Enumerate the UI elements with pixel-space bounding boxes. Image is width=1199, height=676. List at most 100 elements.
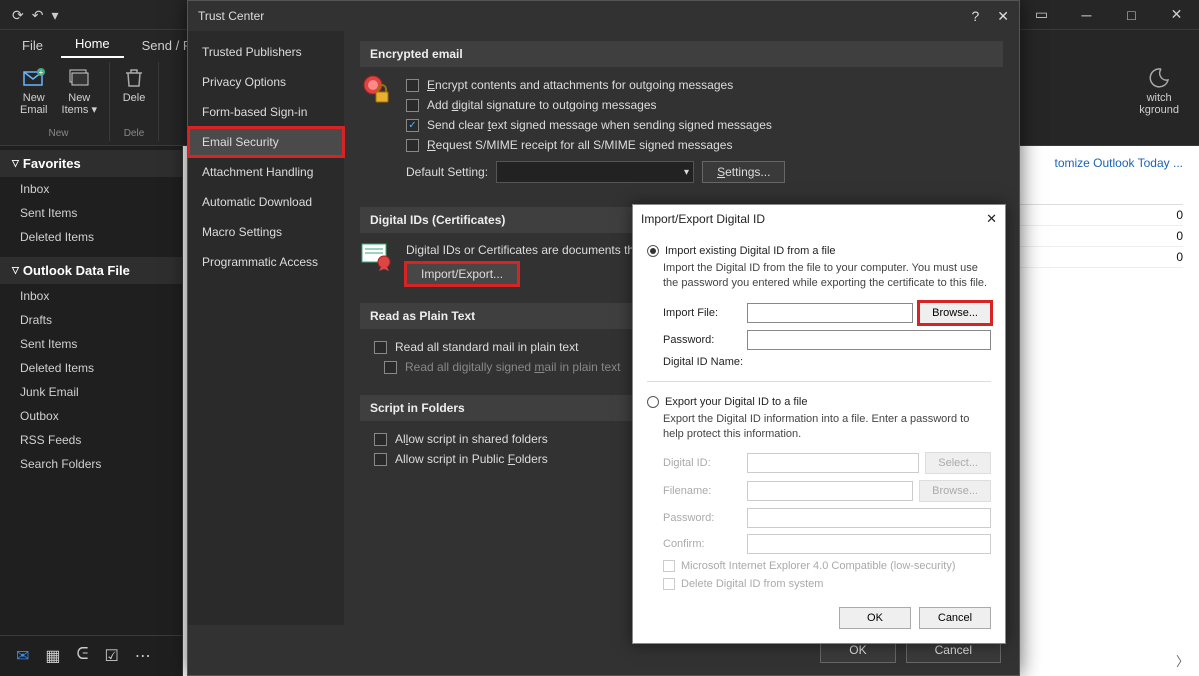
default-setting-dropdown[interactable] <box>496 161 694 183</box>
nav-sent[interactable]: Sent Items <box>0 332 182 356</box>
tc-nav-form-signin[interactable]: Form-based Sign-in <box>188 97 344 127</box>
radio-import[interactable]: Import existing Digital ID from a file <box>647 241 991 261</box>
new-items-label: New Items ▾ <box>62 92 97 116</box>
import-dialog-titlebar: Import/Export Digital ID ✕ <box>633 205 1005 233</box>
import-file-field: Import File: Browse... <box>647 299 991 327</box>
maximize-button[interactable]: □ <box>1109 0 1154 30</box>
import-export-button[interactable]: Import/Export... <box>406 263 518 285</box>
tc-nav-programmatic-access[interactable]: Programmatic Access <box>188 247 344 277</box>
default-setting-label: Default Setting: <box>406 165 488 179</box>
export-confirm-field: Confirm: <box>647 531 991 557</box>
scroll-right-icon[interactable]: 〉 <box>1176 651 1189 670</box>
import-dialog-title: Import/Export Digital ID <box>641 212 765 226</box>
password2-label: Password: <box>663 512 741 524</box>
nav-fav-deleted[interactable]: Deleted Items <box>0 225 182 249</box>
close-icon[interactable]: ✕ <box>997 8 1009 25</box>
chk-delete-digitalid: Delete Digital ID from system <box>647 575 991 593</box>
mail-plus-icon: + <box>22 66 46 90</box>
nav-outbox[interactable]: Outbox <box>0 404 182 428</box>
browse-button[interactable]: Browse... <box>919 302 991 324</box>
chk-cleartext-signed[interactable]: Send clear text signed message when send… <box>406 115 1003 135</box>
people-icon[interactable]: ᕮ <box>77 646 89 666</box>
nav-fav-sent[interactable]: Sent Items <box>0 201 182 225</box>
confirm-input <box>747 534 991 554</box>
customize-link[interactable]: tomize Outlook Today ... <box>1054 156 1183 170</box>
sync-icon[interactable]: ⟳ <box>12 7 24 24</box>
more-icon[interactable]: ⋯ <box>135 646 151 666</box>
import-cancel-button[interactable]: Cancel <box>919 607 991 629</box>
trust-center-titlebar: Trust Center ? ✕ <box>188 1 1019 31</box>
chk-encrypt-outgoing[interactable]: Encrypt contents and attachments for out… <box>406 75 1003 95</box>
switch-label: witchkground <box>1139 92 1179 116</box>
ribbon-options-icon[interactable]: ▭ <box>1019 0 1064 30</box>
password-input[interactable] <box>747 330 991 350</box>
ribbon-group-delete: Dele Dele <box>110 62 159 141</box>
confirm-label: Confirm: <box>663 538 741 550</box>
group-label-new: New <box>48 126 68 141</box>
nav-rss[interactable]: RSS Feeds <box>0 428 182 452</box>
import-ok-button[interactable]: OK <box>839 607 911 629</box>
nav-search[interactable]: Search Folders <box>0 452 182 476</box>
import-dialog-buttons: OK Cancel <box>633 597 1005 643</box>
new-items-button[interactable]: New Items ▾ <box>58 62 101 120</box>
chevron-down-icon: ▽ <box>12 265 19 276</box>
quick-access-toolbar: ⟳ ↶ ▾ <box>0 0 59 30</box>
nav-deleted[interactable]: Deleted Items <box>0 356 182 380</box>
group-label-delete: Dele <box>124 126 145 141</box>
trust-center-nav: Trusted Publishers Privacy Options Form-… <box>188 31 344 625</box>
section-encrypted-email: Encrypted email <box>360 41 1003 67</box>
calendar-icon[interactable]: ▦ <box>45 646 60 666</box>
chk-smime-receipt[interactable]: Request S/MIME receipt for all S/MIME si… <box>406 135 1003 155</box>
tc-nav-macro-settings[interactable]: Macro Settings <box>188 217 344 247</box>
new-email-button[interactable]: + New Email <box>16 62 52 120</box>
nav-pane: ▽Favorites Inbox Sent Items Deleted Item… <box>0 146 183 676</box>
export-description: Export the Digital ID information into a… <box>647 412 991 450</box>
select-button: Select... <box>925 452 991 474</box>
password-field: Password: <box>647 327 991 353</box>
tab-home[interactable]: Home <box>61 31 124 58</box>
delete-button[interactable]: Dele <box>118 62 150 108</box>
tc-nav-attachment-handling[interactable]: Attachment Handling <box>188 157 344 187</box>
chk-digital-signature[interactable]: Add digital signature to outgoing messag… <box>406 95 1003 115</box>
digital-id-name-label: Digital ID Name: <box>663 356 743 368</box>
import-description: Import the Digital ID from the file to y… <box>647 261 991 299</box>
ribbon-right-fragment: witchkground <box>1127 62 1191 141</box>
nav-header-favorites[interactable]: ▽Favorites <box>0 150 182 177</box>
filename-input <box>747 481 913 501</box>
export-password-field: Password: <box>647 505 991 531</box>
radio-export[interactable]: Export your Digital ID to a file <box>647 392 991 412</box>
certificate-icon <box>360 241 392 273</box>
nav-drafts[interactable]: Drafts <box>0 308 182 332</box>
tc-nav-privacy-options[interactable]: Privacy Options <box>188 67 344 97</box>
ribbon-group-new: + New Email New Items ▾ New <box>8 62 110 141</box>
tab-file[interactable]: File <box>8 33 57 58</box>
nav-junk[interactable]: Junk Email <box>0 380 182 404</box>
mail-icon[interactable]: ✉ <box>16 646 29 666</box>
trash-icon <box>122 66 146 90</box>
nav-inbox[interactable]: Inbox <box>0 284 182 308</box>
undo-icon[interactable]: ↶ <box>32 7 44 24</box>
help-icon[interactable]: ? <box>971 8 979 24</box>
tc-nav-automatic-download[interactable]: Automatic Download <box>188 187 344 217</box>
filename-label: Filename: <box>663 485 741 497</box>
nav-header-datafile[interactable]: ▽Outlook Data File <box>0 257 182 284</box>
switch-background-button[interactable]: witchkground <box>1135 62 1183 120</box>
minimize-button[interactable]: ─ <box>1064 0 1109 30</box>
tc-nav-email-security[interactable]: Email Security <box>188 127 344 157</box>
import-file-input[interactable] <box>747 303 913 323</box>
close-icon[interactable]: ✕ <box>986 211 997 227</box>
nav-fav-inbox[interactable]: Inbox <box>0 177 182 201</box>
chevron-down-icon: ▽ <box>12 158 19 169</box>
import-file-label: Import File: <box>663 307 741 319</box>
settings-button[interactable]: Settings... <box>702 161 785 183</box>
export-filename-field: Filename: Browse... <box>647 477 991 505</box>
moon-icon <box>1147 66 1171 90</box>
dialog-title: Trust Center <box>198 9 264 23</box>
password-label: Password: <box>663 334 741 346</box>
tc-nav-trusted-publishers[interactable]: Trusted Publishers <box>188 37 344 67</box>
tasks-icon[interactable]: ☑ <box>104 646 118 666</box>
new-items-icon <box>67 66 91 90</box>
qat-dropdown-icon[interactable]: ▾ <box>51 7 58 24</box>
delete-label: Dele <box>123 92 146 104</box>
close-button[interactable]: ✕ <box>1154 0 1199 30</box>
